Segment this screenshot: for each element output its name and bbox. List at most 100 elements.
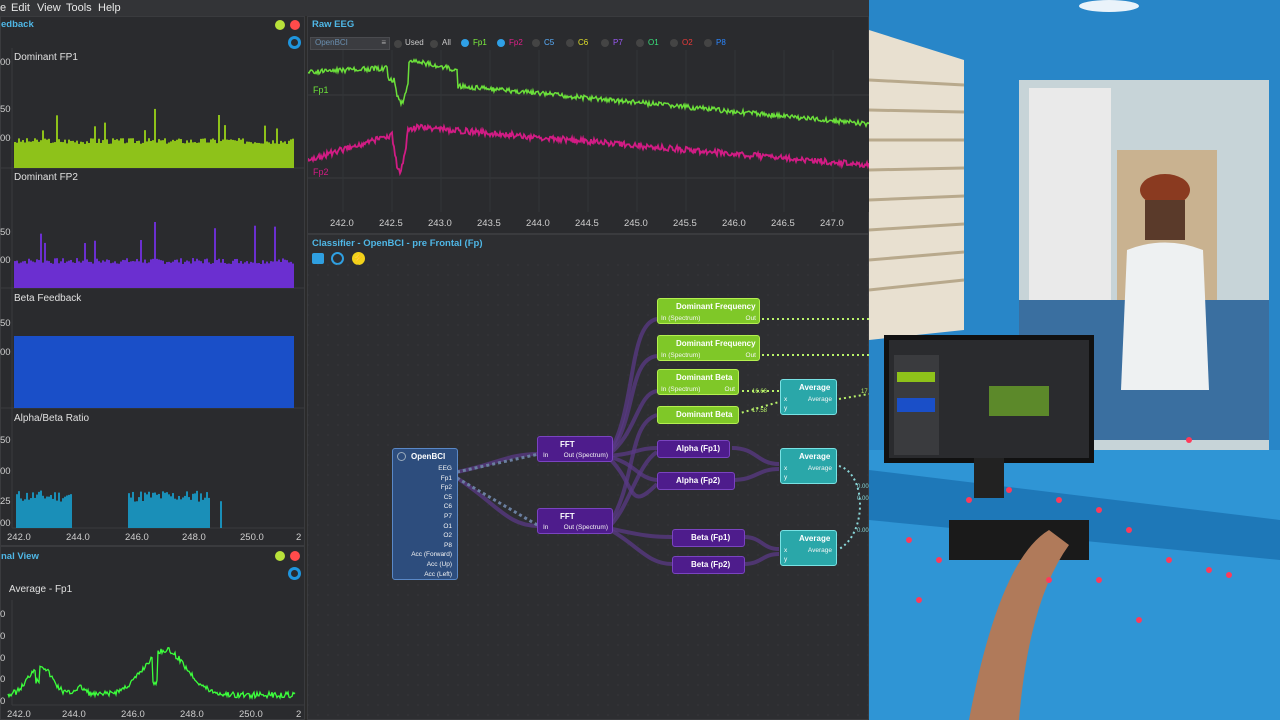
node-title: Alpha (Fp2) [676, 476, 720, 485]
save-icon[interactable] [312, 253, 324, 264]
room-scene [869, 0, 1280, 720]
channel-radio-p7[interactable] [601, 39, 609, 47]
fft-node-1[interactable]: FFT In Out (Spectrum) [537, 436, 613, 462]
raw-xtick: 243.0 [428, 218, 452, 229]
ylabel-11: 00 [0, 518, 11, 529]
close-button[interactable] [290, 551, 300, 561]
signal-chart-label: Average - Fp1 [9, 584, 73, 595]
channel-radio-o1[interactable] [636, 39, 644, 47]
xtick-6: 2 [296, 532, 302, 543]
gear-icon[interactable] [288, 567, 301, 580]
channel-label-p7: P7 [613, 38, 623, 47]
all-label: All [442, 38, 451, 47]
dominant-fp1-bars [14, 108, 294, 168]
menu-edit[interactable]: Edit [11, 2, 30, 14]
channel-radio-o2[interactable] [670, 39, 678, 47]
raw-xtick: 242.0 [330, 218, 354, 229]
person [1121, 242, 1209, 390]
out-port: Average [807, 547, 832, 554]
device-select-value: OpenBCI [315, 38, 348, 47]
out-port: Average [807, 396, 832, 403]
x-port: x [784, 465, 788, 472]
value-5: 0.00 [857, 496, 869, 502]
node-title: Dominant Beta [676, 410, 733, 419]
device-select[interactable]: OpenBCI ≡ [310, 37, 390, 50]
feedback-panel-title: edback [1, 19, 34, 30]
channel-label-o1: O1 [648, 38, 659, 47]
circuit-board [949, 520, 1089, 560]
menu-view[interactable]: View [37, 2, 61, 14]
average-node-2[interactable]: Average Average x y [780, 448, 837, 484]
openbci-node-title: OpenBCI [411, 452, 446, 461]
in-port: In (Spectrum) [661, 315, 701, 322]
xtick-3: 246.0 [125, 532, 149, 543]
openbci-node[interactable]: OpenBCI EEG Fp1 Fp2 C5 C6 P7 O1 O2 P8 Acc (Forwar… [392, 448, 458, 580]
value-2: 17.58 [752, 408, 768, 414]
port-label: C5 [443, 493, 452, 501]
dominant-beta-node-2[interactable]: Dominant Beta [657, 406, 739, 424]
node-icon [397, 452, 406, 461]
port-label: Acc (Forward) [411, 551, 452, 559]
channel-radio-fp2[interactable] [497, 39, 505, 47]
fft-node-2[interactable]: FFT In Out (Spectrum) [537, 508, 613, 534]
sig-ylabel-3: 0 [0, 653, 6, 664]
channel-label-c5: C5 [544, 38, 555, 47]
used-label: Used [405, 38, 424, 47]
dominant-frequency-node-1[interactable]: Dominant Frequency In (Spectrum) Out [657, 298, 760, 324]
classifier-title: Classifier - OpenBCI - pre Frontal (Fp) [312, 238, 483, 249]
xtick-4: 248.0 [182, 532, 206, 543]
average-node-1[interactable]: Average Average x y [780, 379, 837, 415]
ylabel-1: 00 [0, 57, 11, 68]
beta-fp1-node[interactable]: Beta (Fp1) [672, 529, 745, 547]
channel-label-fp1: Fp1 [473, 38, 487, 47]
menu-icon: ≡ [381, 38, 386, 47]
channel-radio-c6[interactable] [566, 39, 574, 47]
ylabel-3: 00 [0, 133, 11, 144]
out-port: Out [745, 352, 756, 359]
alpha-beta-ratio-bars [16, 490, 222, 528]
menu-tools[interactable]: Tools [66, 2, 92, 14]
menu-help[interactable]: Help [98, 2, 121, 14]
feedback-charts [0, 48, 305, 529]
fft-out-port: Out (Spectrum) [563, 524, 608, 531]
xtick-1: 242.0 [7, 532, 31, 543]
port-label: Fp2 [440, 484, 452, 492]
openbci-ports: EEG Fp1 Fp2 C5 C6 P7 O1 O2 P8 Acc (Forward) Acc (U… [411, 464, 452, 579]
dominant-beta-node-1[interactable]: Dominant Beta In (Spectrum) Out [657, 369, 739, 395]
port-label: C6 [443, 503, 452, 511]
minimize-button[interactable] [275, 20, 285, 30]
channel-radio-p8[interactable] [704, 39, 712, 47]
channel-radio-c5[interactable] [532, 39, 540, 47]
port-label: Acc (Up) [426, 560, 452, 568]
port-label: P7 [444, 512, 452, 520]
alpha-fp2-node[interactable]: Alpha (Fp2) [657, 472, 735, 490]
channel-radio-fp1[interactable] [461, 39, 469, 47]
raw-xtick: 244.5 [575, 218, 599, 229]
in-port: In (Spectrum) [661, 352, 701, 359]
sig-xtick-6: 2 [296, 709, 302, 720]
node-title: Average [799, 452, 831, 461]
minimize-button[interactable] [275, 551, 285, 561]
sig-xtick-3: 246.0 [121, 709, 145, 720]
raw-xtick: 242.5 [379, 218, 403, 229]
menu-file[interactable]: e [0, 2, 6, 14]
signal-chart [7, 600, 305, 706]
value-6: 0.00 [857, 528, 869, 534]
alpha-fp1-node[interactable]: Alpha (Fp1) [657, 440, 730, 458]
value-4: 0.00 [857, 484, 869, 490]
channel-label-c6: C6 [578, 38, 589, 47]
close-button[interactable] [290, 20, 300, 30]
node-title: Dominant Frequency [676, 339, 756, 348]
sig-ylabel-4: 0 [0, 674, 6, 685]
raw-xtick: 245.0 [624, 218, 648, 229]
used-radio[interactable] [394, 40, 402, 48]
node-title: Dominant Beta [676, 373, 733, 382]
y-port: y [784, 474, 788, 481]
average-node-3[interactable]: Average Average x y [780, 530, 837, 566]
dominant-frequency-node-2[interactable]: Dominant Frequency In (Spectrum) Out [657, 335, 760, 361]
raw-xtick: 243.5 [477, 218, 501, 229]
x-port: x [784, 396, 788, 403]
sig-ylabel-1: 0 [0, 609, 6, 620]
beta-fp2-node[interactable]: Beta (Fp2) [672, 556, 745, 574]
all-radio[interactable] [430, 40, 438, 48]
